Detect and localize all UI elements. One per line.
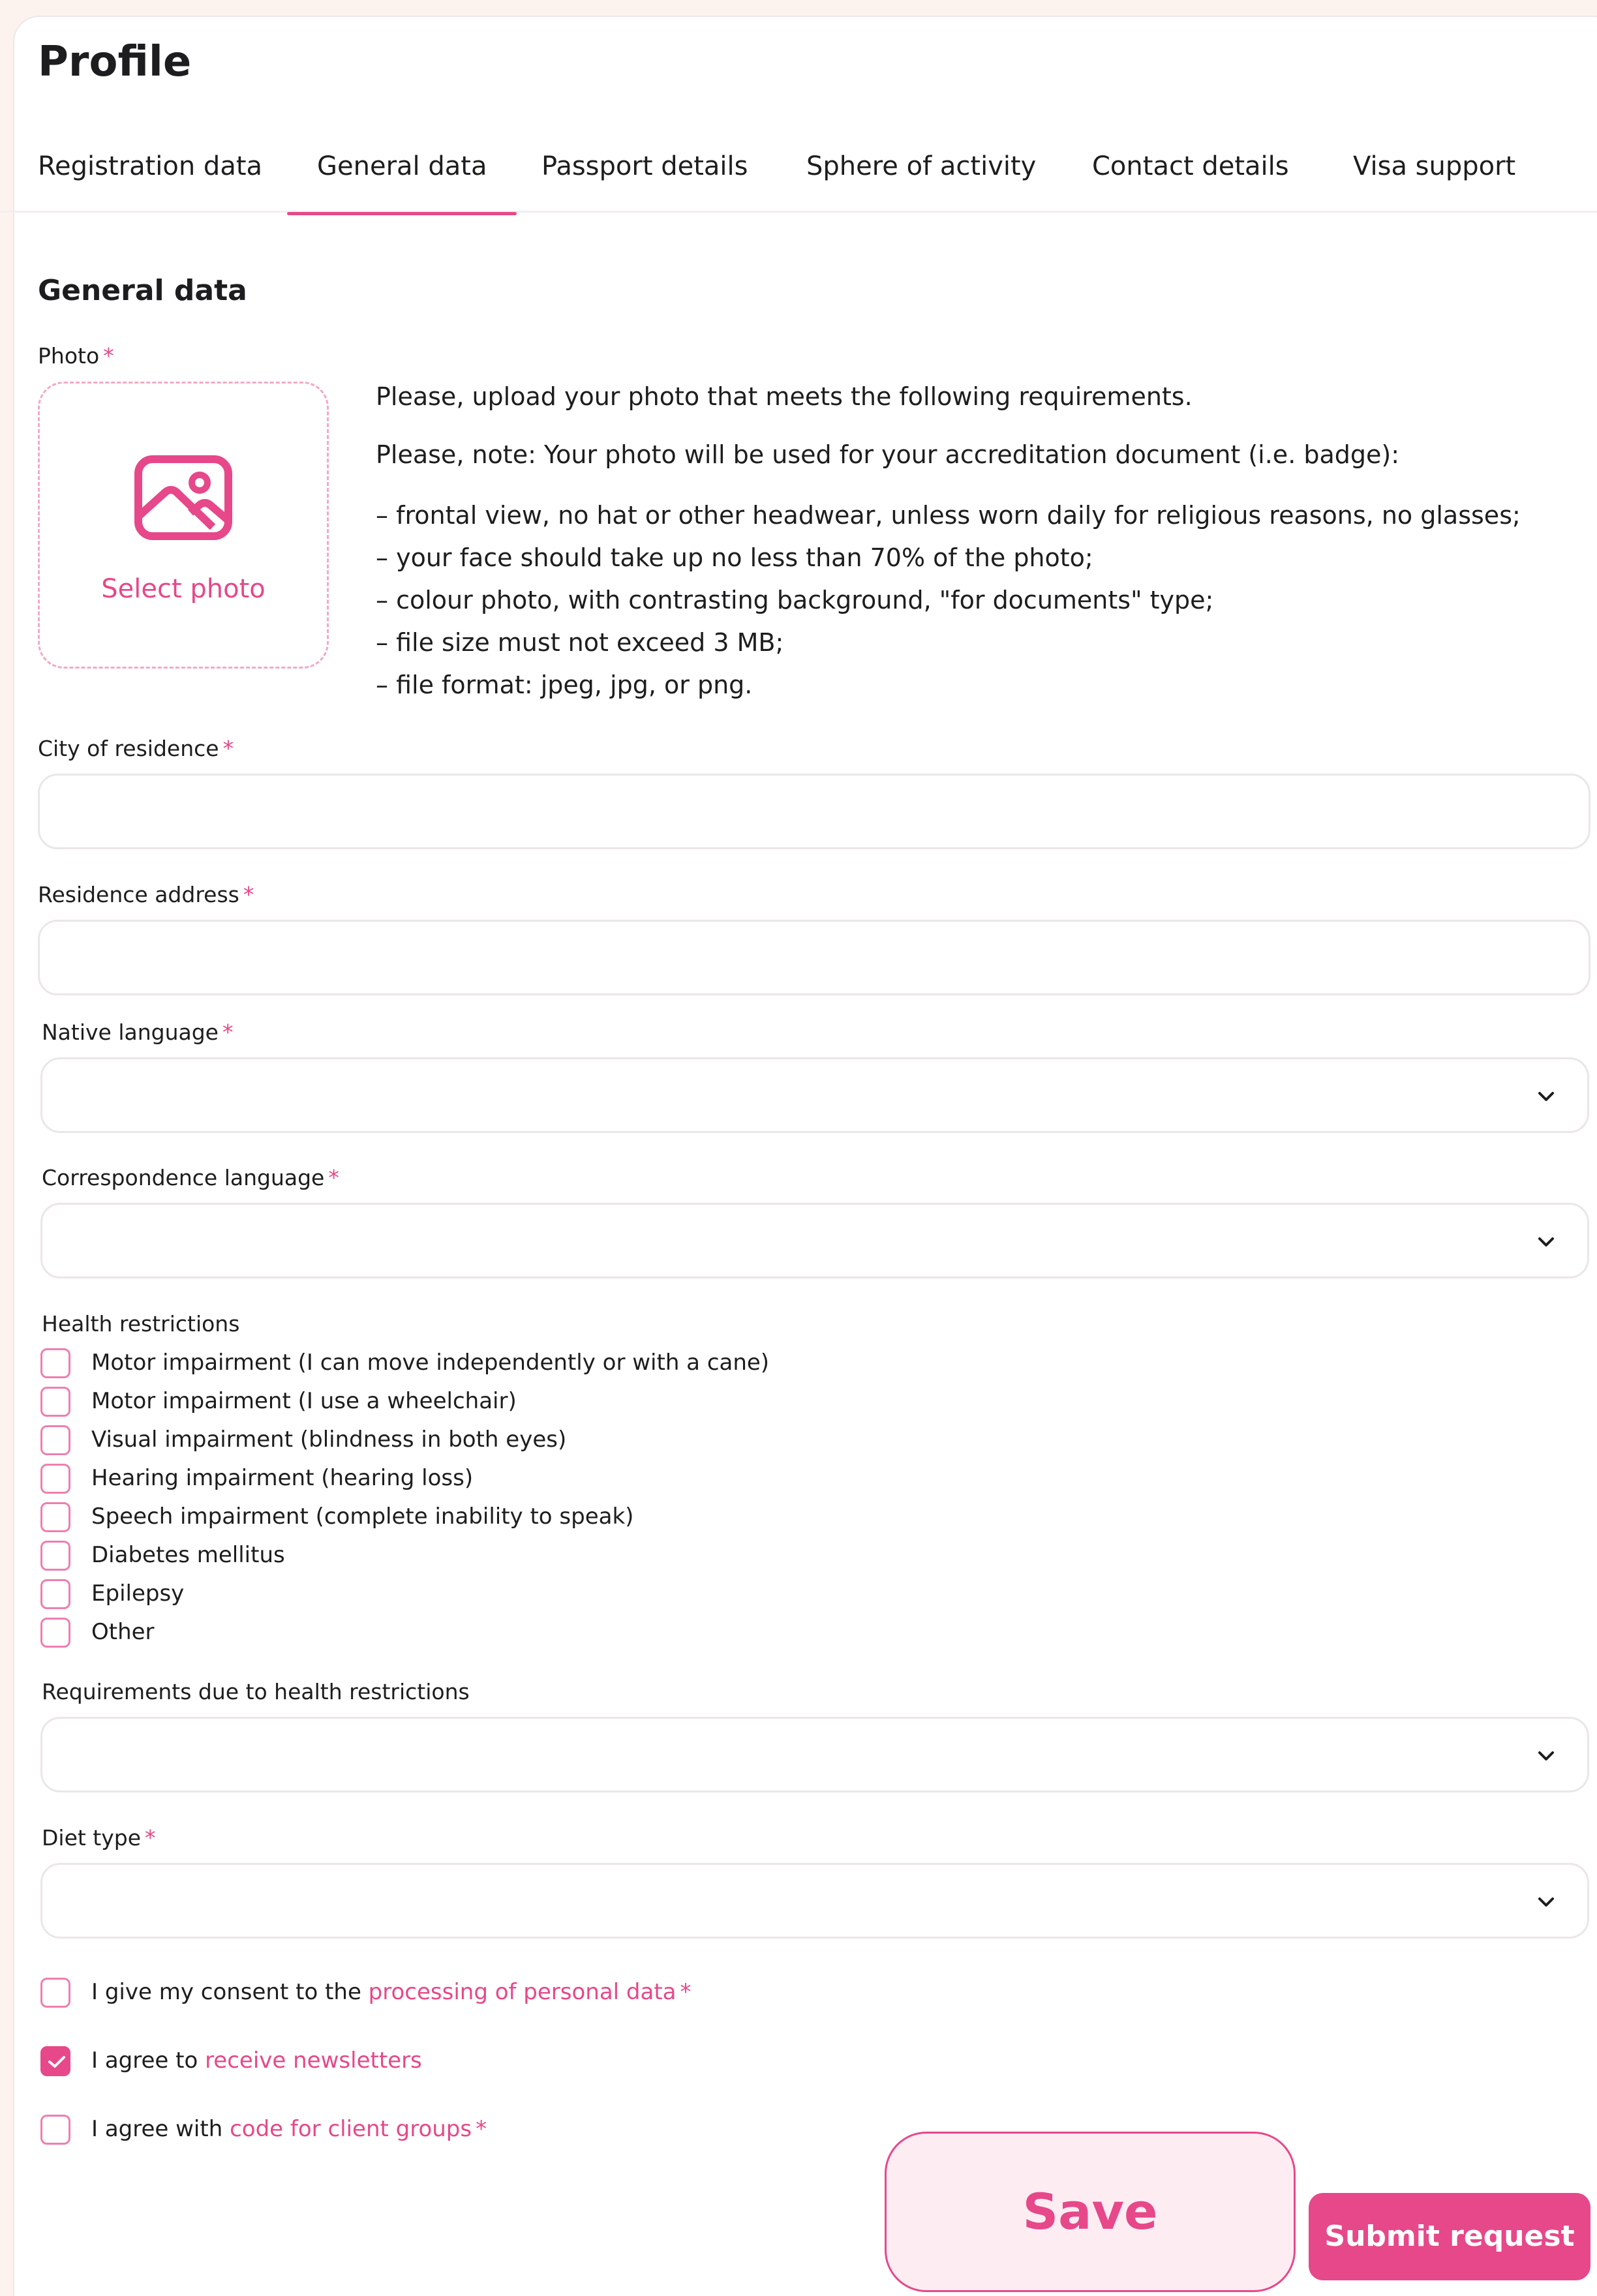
chevron-down-icon xyxy=(1538,1897,1554,1907)
health-checkbox[interactable] xyxy=(40,1425,70,1455)
health-option-label: Motor impairment (I can move independent… xyxy=(91,1350,770,1376)
health-checkbox[interactable] xyxy=(40,1502,70,1532)
health-option-label: Diabetes mellitus xyxy=(91,1542,285,1568)
city-label-text: City of residence xyxy=(38,736,219,761)
diet-type-label: Diet type * xyxy=(42,1825,156,1850)
address-label-text: Residence address xyxy=(38,882,239,907)
health-option-label: Other xyxy=(91,1619,155,1645)
page-title: Profile xyxy=(38,38,192,86)
required-mark: * xyxy=(243,882,254,907)
photo-requirement-item: – your face should take up no less than … xyxy=(376,543,1093,572)
health-requirements-select[interactable] xyxy=(40,1717,1589,1792)
health-option-label: Visual impairment (blindness in both eye… xyxy=(91,1427,567,1453)
health-checkbox[interactable] xyxy=(40,1387,70,1417)
chevron-down-icon xyxy=(1538,1237,1554,1246)
save-button[interactable]: Save xyxy=(885,2132,1296,2292)
tab-passport-details[interactable]: Passport details xyxy=(541,151,748,214)
code-for-client-groups-link[interactable]: code for client groups xyxy=(230,2116,472,2142)
correspondence-language-label-text: Correspondence language xyxy=(42,1165,325,1190)
required-mark: * xyxy=(328,1165,339,1190)
native-language-select[interactable] xyxy=(40,1057,1589,1133)
tab-contact-details[interactable]: Contact details xyxy=(1092,151,1289,214)
required-mark: * xyxy=(476,2116,487,2142)
photo-requirement-item: – frontal view, no hat or other headwear… xyxy=(376,501,1521,530)
required-mark: * xyxy=(222,736,234,761)
required-mark: * xyxy=(145,1825,156,1850)
photo-label: Photo * xyxy=(38,343,114,369)
photo-requirement-item: – file format: jpeg, jpg, or png. xyxy=(376,671,753,699)
health-requirements-label: Requirements due to health restrictions xyxy=(42,1679,470,1704)
address-label: Residence address * xyxy=(38,882,254,907)
required-mark: * xyxy=(222,1020,234,1045)
photo-label-text: Photo xyxy=(38,343,100,369)
select-photo-label: Select photo xyxy=(101,574,266,604)
correspondence-language-label: Correspondence language * xyxy=(42,1165,339,1190)
chevron-down-icon xyxy=(1538,1092,1554,1101)
health-checkbox[interactable] xyxy=(40,1541,70,1571)
photo-requirement-item: – file size must not exceed 3 MB; xyxy=(376,628,784,657)
address-input[interactable] xyxy=(38,920,1590,995)
required-mark: * xyxy=(680,1979,692,2005)
health-option-label: Speech impairment (complete inability to… xyxy=(91,1503,634,1530)
chevron-down-icon xyxy=(1538,1751,1554,1760)
required-mark: * xyxy=(103,343,114,369)
image-icon xyxy=(134,455,232,540)
photo-requirement-item: – colour photo, with contrasting backgro… xyxy=(376,586,1214,614)
consent-text: I agree to xyxy=(91,2047,205,2074)
health-option-label: Motor impairment (I use a wheelchair) xyxy=(91,1388,517,1414)
consent-personal-data-checkbox[interactable] xyxy=(40,1978,70,2008)
native-language-label: Native language * xyxy=(42,1020,233,1045)
consent-text: I give my consent to the xyxy=(91,1979,369,2005)
profile-card xyxy=(13,16,1597,2296)
section-title: General data xyxy=(38,274,247,307)
tab-bar: Registration data General data Passport … xyxy=(0,137,1597,215)
processing-personal-data-link[interactable]: processing of personal data xyxy=(369,1979,677,2005)
tab-registration-data[interactable]: Registration data xyxy=(38,151,262,214)
consent-newsletters-label: I agree to receive newsletters xyxy=(91,2047,422,2074)
health-option-label: Epilepsy xyxy=(91,1580,185,1607)
select-photo-button[interactable]: Select photo xyxy=(38,382,329,669)
consent-code-client-groups-checkbox[interactable] xyxy=(40,2115,70,2145)
submit-request-button[interactable]: Submit request xyxy=(1309,2193,1590,2280)
diet-type-label-text: Diet type xyxy=(42,1825,142,1850)
consent-code-client-groups-label: I agree with code for client groups * xyxy=(91,2116,487,2142)
photo-requirement-note: Please, note: Your photo will be used fo… xyxy=(376,440,1400,469)
photo-requirement-intro: Please, upload your photo that meets the… xyxy=(376,382,1193,411)
city-input[interactable] xyxy=(38,774,1590,849)
consent-personal-data-label: I give my consent to the processing of p… xyxy=(91,1979,692,2005)
health-checkbox[interactable] xyxy=(40,1348,70,1378)
native-language-label-text: Native language xyxy=(42,1020,219,1045)
health-option-label: Hearing impairment (hearing loss) xyxy=(91,1465,474,1491)
tab-visa-support[interactable]: Visa support xyxy=(1353,151,1515,214)
health-checkbox[interactable] xyxy=(40,1579,70,1609)
diet-type-select[interactable] xyxy=(40,1863,1589,1939)
consent-text: I agree with xyxy=(91,2116,230,2142)
consent-newsletters-checkbox[interactable] xyxy=(40,2046,70,2076)
checkmark-icon xyxy=(48,2056,65,2068)
correspondence-language-select[interactable] xyxy=(40,1203,1589,1278)
city-label: City of residence * xyxy=(38,736,234,761)
health-checkbox[interactable] xyxy=(40,1464,70,1494)
health-restrictions-label: Health restrictions xyxy=(42,1311,240,1337)
health-checkbox[interactable] xyxy=(40,1618,70,1648)
tab-sphere-of-activity[interactable]: Sphere of activity xyxy=(806,151,1036,214)
receive-newsletters-link[interactable]: receive newsletters xyxy=(205,2047,422,2074)
tab-general-data[interactable]: General data xyxy=(286,151,517,215)
